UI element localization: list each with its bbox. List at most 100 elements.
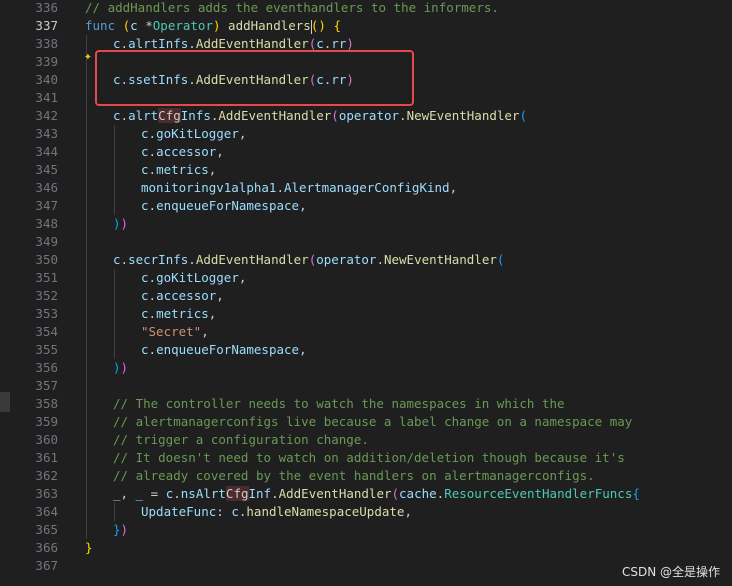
code-token: addHandlers bbox=[228, 18, 311, 33]
code-line[interactable]: 355 c.enqueueForNamespace, bbox=[0, 341, 732, 359]
code-line[interactable]: 356)) bbox=[0, 359, 732, 377]
code-line[interactable]: 349 bbox=[0, 233, 732, 251]
code-line[interactable]: 353 c.metrics, bbox=[0, 305, 732, 323]
indent-guide bbox=[86, 287, 87, 305]
code-token: , bbox=[404, 504, 412, 519]
code-token: AddEventHandler bbox=[218, 108, 332, 123]
line-number: 344 bbox=[35, 144, 58, 159]
code-text: }) bbox=[113, 521, 128, 539]
code-line[interactable]: 354 "Secret", bbox=[0, 323, 732, 341]
code-line[interactable]: 359 // alertmanagerconfigs live because a… bbox=[0, 413, 732, 431]
line-number: 346 bbox=[35, 180, 58, 195]
code-token: Cfg bbox=[225, 486, 249, 501]
code-line[interactable]: 345 c.metrics, bbox=[0, 161, 732, 179]
line-number: 358 bbox=[35, 396, 58, 411]
code-token: accessor bbox=[156, 288, 217, 303]
code-token: c bbox=[141, 342, 149, 357]
code-line[interactable]: 344 c.accessor, bbox=[0, 143, 732, 161]
line-number: 359 bbox=[35, 414, 58, 429]
code-line[interactable]: 365}) bbox=[0, 521, 732, 539]
line-number: 353 bbox=[35, 306, 58, 321]
line-number: 364 bbox=[35, 504, 58, 519]
code-line[interactable]: 360 // trigger a configuration change. bbox=[0, 431, 732, 449]
code-editor[interactable]: 336 // addHandlers adds the eventhandlers… bbox=[0, 0, 732, 586]
line-number: 362 bbox=[35, 468, 58, 483]
code-token: c bbox=[141, 306, 149, 321]
indent-guide bbox=[86, 449, 87, 467]
code-line[interactable]: 366} bbox=[0, 539, 732, 557]
code-line[interactable]: 336 // addHandlers adds the eventhandlers… bbox=[0, 0, 732, 17]
code-line[interactable]: 337 func (c *Operator) addHandlers() { bbox=[0, 17, 732, 35]
code-line[interactable]: 350 c.secrInfs.AddEventHandler(operator.N… bbox=[0, 251, 732, 269]
code-text: c.goKitLogger, bbox=[141, 269, 246, 287]
line-number: 360 bbox=[35, 432, 58, 447]
code-token: , bbox=[216, 288, 224, 303]
code-token: . bbox=[271, 486, 279, 501]
code-token: accessor bbox=[156, 144, 217, 159]
code-line[interactable]: 347 c.enqueueForNamespace, bbox=[0, 197, 732, 215]
code-token: Inf bbox=[248, 486, 272, 501]
code-line[interactable]: 343 c.goKitLogger, bbox=[0, 125, 732, 143]
code-token: . bbox=[148, 342, 157, 357]
line-number: 345 bbox=[35, 162, 58, 177]
code-token: nsAlrt bbox=[180, 486, 226, 501]
code-token: operator bbox=[338, 108, 400, 123]
code-line[interactable]: 352 c.accessor, bbox=[0, 287, 732, 305]
code-line[interactable]: 357 bbox=[0, 377, 732, 395]
line-number: 367 bbox=[35, 558, 58, 573]
code-token: Operator bbox=[152, 18, 213, 33]
code-token: Infs bbox=[180, 108, 211, 123]
code-token: AddEventHandler bbox=[278, 486, 392, 501]
code-token: , bbox=[238, 126, 247, 141]
highlight-annotation-box bbox=[95, 50, 414, 106]
code-token: handleNamespaceUpdate bbox=[246, 504, 405, 519]
code-token: ) bbox=[120, 522, 129, 537]
code-token: enqueueForNamespace bbox=[156, 342, 300, 357]
line-number: 350 bbox=[35, 252, 58, 267]
sparkle-icon[interactable]: ✦ bbox=[84, 49, 92, 64]
indent-guide bbox=[86, 431, 87, 449]
code-line[interactable]: 358 // The controller needs to watch the … bbox=[0, 395, 732, 413]
indent-guide bbox=[114, 341, 115, 359]
code-line[interactable]: 362 // already covered by the event handl… bbox=[0, 467, 732, 485]
line-number: 356 bbox=[35, 360, 58, 375]
indent-guide bbox=[114, 287, 115, 305]
code-token: , bbox=[449, 180, 458, 195]
indent-guide bbox=[86, 161, 87, 179]
code-token: () bbox=[310, 18, 326, 33]
code-token: , bbox=[120, 486, 136, 501]
line-number: 339 bbox=[35, 54, 58, 69]
code-token: // addHandlers adds the eventhandlers to… bbox=[85, 0, 499, 15]
indent-guide bbox=[86, 179, 87, 197]
code-line[interactable]: 364 UpdateFunc: c.handleNamespaceUpdate, bbox=[0, 503, 732, 521]
code-token: rr bbox=[331, 36, 347, 51]
code-token: . bbox=[120, 36, 129, 51]
code-token: . bbox=[399, 108, 407, 123]
code-token: . bbox=[276, 180, 284, 195]
code-token: . bbox=[148, 270, 157, 285]
code-line[interactable]: 363 _, _ = c.nsAlrtCfgInf.AddEventHandler… bbox=[0, 485, 732, 503]
indent-guide bbox=[86, 359, 87, 377]
indent-guide bbox=[114, 269, 115, 287]
code-token: , bbox=[299, 198, 307, 213]
code-line[interactable]: 351 c.goKitLogger, bbox=[0, 269, 732, 287]
indent-guide bbox=[86, 503, 87, 521]
code-token: secrInfs bbox=[128, 252, 189, 267]
code-line[interactable]: 346 monitoringv1alpha1.AlertmanagerConfig… bbox=[0, 179, 732, 197]
code-token: . bbox=[148, 198, 157, 213]
code-token: c bbox=[113, 252, 121, 267]
indent-guide bbox=[114, 503, 115, 521]
code-token: alrtInfs bbox=[128, 36, 189, 51]
code-token: ) bbox=[346, 36, 354, 51]
code-token: c bbox=[113, 108, 121, 123]
code-text: "Secret", bbox=[141, 323, 209, 341]
code-line[interactable]: 361 // It doesn't need to watch on additi… bbox=[0, 449, 732, 467]
code-token: . bbox=[188, 252, 196, 267]
code-line[interactable]: 348)) bbox=[0, 215, 732, 233]
line-number: 338 bbox=[35, 36, 58, 51]
line-number: 366 bbox=[35, 540, 58, 555]
code-token: monitoringv1alpha1 bbox=[141, 180, 277, 195]
code-line[interactable]: 342 c.alrtCfgInfs.AddEventHandler(operato… bbox=[0, 107, 732, 125]
code-text: _, _ = c.nsAlrtCfgInf.AddEventHandler(ca… bbox=[113, 485, 640, 503]
